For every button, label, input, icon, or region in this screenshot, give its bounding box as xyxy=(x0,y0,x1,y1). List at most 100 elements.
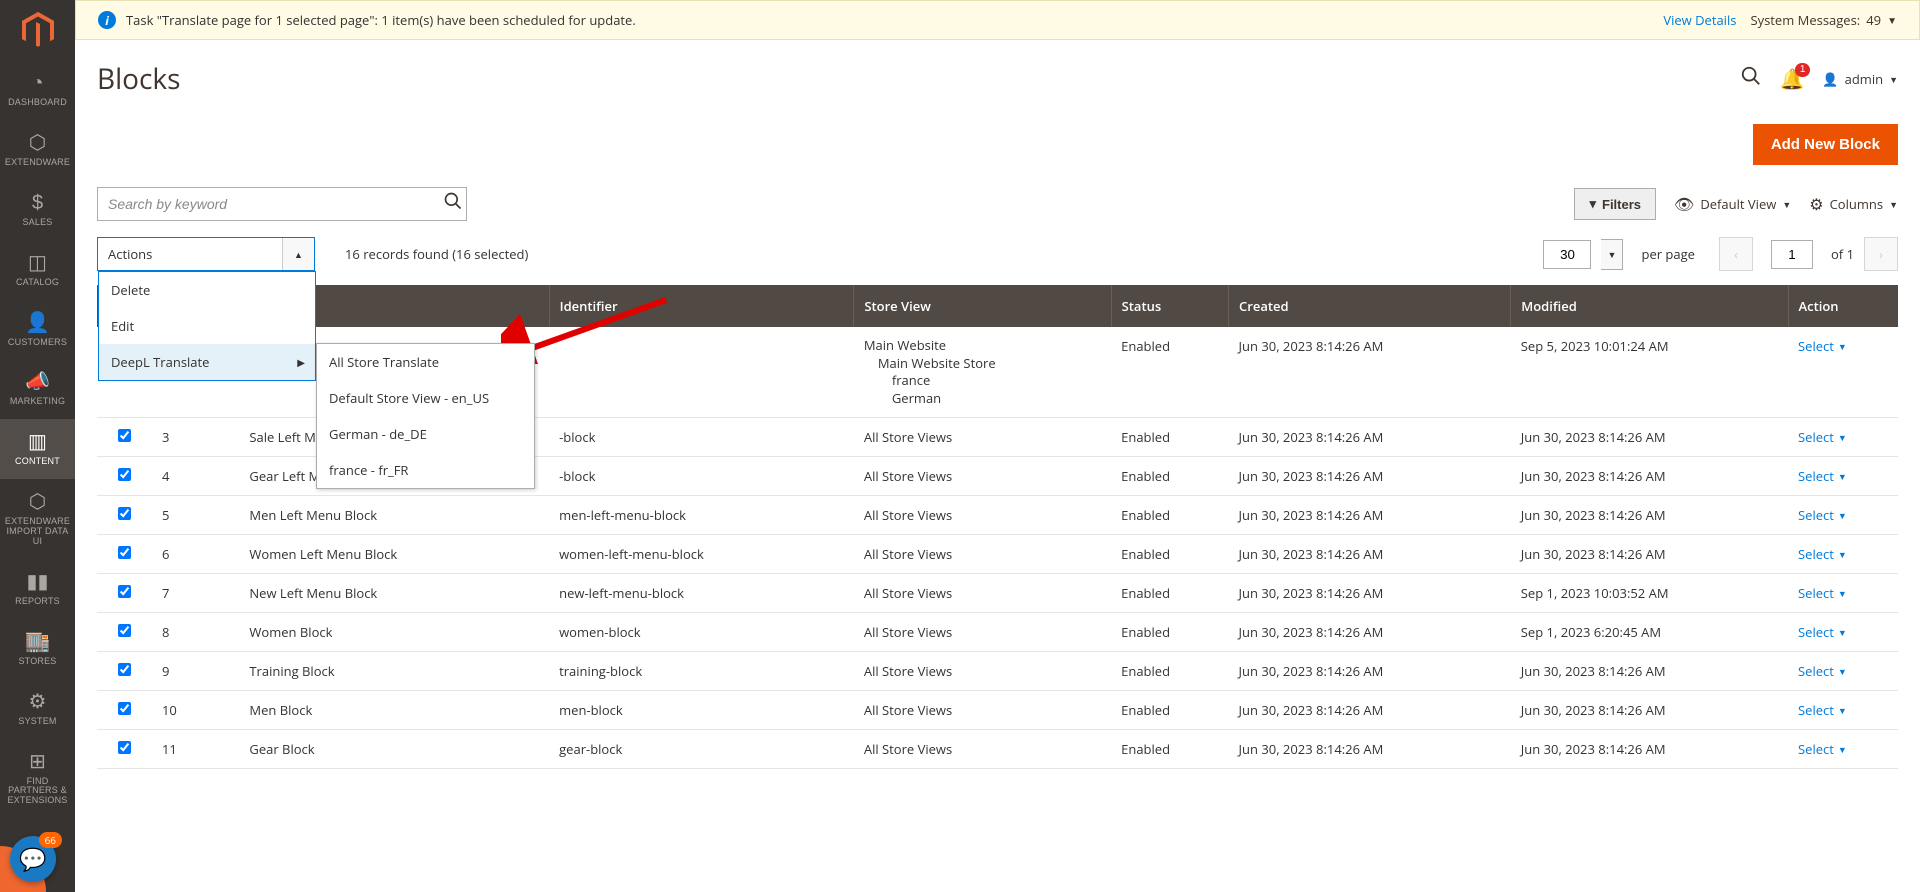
funnel-icon: ▾ xyxy=(1589,196,1596,212)
cell-id: 3 xyxy=(152,418,239,457)
sysmsg-label: System Messages: xyxy=(1750,11,1860,29)
row-checkbox[interactable] xyxy=(118,429,131,442)
action-deepl-translate[interactable]: DeepL Translate ▶ All Store Translate De… xyxy=(99,344,315,380)
col-header-identifier[interactable]: Identifier xyxy=(549,285,854,327)
row-checkbox[interactable] xyxy=(118,624,131,637)
table-row[interactable]: 8Women Blockwomen-blockAll Store ViewsEn… xyxy=(97,613,1898,652)
nav-content[interactable]: ▥CONTENT xyxy=(0,419,75,479)
deepl-german-de[interactable]: German - de_DE xyxy=(317,416,534,452)
nav-stores[interactable]: 🏬STORES xyxy=(0,619,75,679)
nav-sales[interactable]: $SALES xyxy=(0,180,75,240)
filters-button[interactable]: ▾ Filters xyxy=(1574,188,1656,220)
row-checkbox[interactable] xyxy=(118,546,131,559)
cell-store-view: All Store Views xyxy=(854,535,1111,574)
prev-page-button[interactable]: ‹ xyxy=(1719,237,1753,271)
chevron-down-icon: ▼ xyxy=(1838,431,1847,444)
gear-icon: ⚙ xyxy=(29,691,47,713)
page-size-dropdown[interactable]: ▼ xyxy=(1601,239,1623,270)
nav-customers[interactable]: 👤CUSTOMERS xyxy=(0,300,75,360)
nav-dashboard[interactable]: ◔DASHBOARD xyxy=(0,60,75,120)
magento-logo[interactable] xyxy=(0,0,75,60)
deepl-all-store-translate[interactable]: All Store Translate xyxy=(317,344,534,380)
col-header-store[interactable]: Store View xyxy=(854,285,1111,327)
row-action-select[interactable]: Select ▼ xyxy=(1798,662,1847,680)
row-action-select[interactable]: Select ▼ xyxy=(1798,701,1847,719)
system-messages-toggle[interactable]: System Messages: 49 ▼ xyxy=(1750,11,1897,29)
row-action-select[interactable]: Select ▼ xyxy=(1798,506,1847,524)
current-page-input[interactable] xyxy=(1771,240,1813,269)
records-found-text: 16 records found (16 selected) xyxy=(345,245,528,263)
default-view-dropdown[interactable]: 👁 Default View ▼ xyxy=(1674,193,1791,215)
puzzle-icon: ⊞ xyxy=(29,751,46,773)
table-row[interactable]: 11Gear Blockgear-blockAll Store ViewsEna… xyxy=(97,730,1898,769)
row-action-select[interactable]: Select ▼ xyxy=(1798,623,1847,641)
help-fab[interactable]: 💬 66 xyxy=(10,836,56,882)
page-size-input[interactable] xyxy=(1543,240,1591,269)
deepl-default-store-en[interactable]: Default Store View - en_US xyxy=(317,380,534,416)
row-action-select[interactable]: Select ▼ xyxy=(1798,740,1847,758)
cell-identifier: -block xyxy=(549,418,854,457)
view-details-link[interactable]: View Details xyxy=(1663,11,1736,29)
next-page-button[interactable]: › xyxy=(1864,237,1898,271)
row-action-select[interactable]: Select ▼ xyxy=(1798,337,1847,355)
gauge-icon: ◔ xyxy=(31,72,43,94)
cell-status: Enabled xyxy=(1111,327,1228,418)
nav-system[interactable]: ⚙SYSTEM xyxy=(0,679,75,739)
chevron-right-icon: ▶ xyxy=(297,355,305,369)
table-row[interactable]: 10Men Blockmen-blockAll Store ViewsEnabl… xyxy=(97,691,1898,730)
bulk-actions-dropdown[interactable]: Actions ▲ Delete Edit DeepL Translate ▶ … xyxy=(97,237,315,271)
cell-id: 10 xyxy=(152,691,239,730)
table-row[interactable]: 7New Left Menu Blocknew-left-menu-blockA… xyxy=(97,574,1898,613)
admin-account-dropdown[interactable]: 👤 admin ▼ xyxy=(1822,70,1898,88)
keyword-search-input[interactable] xyxy=(97,187,467,221)
cell-status: Enabled xyxy=(1111,535,1228,574)
action-edit[interactable]: Edit xyxy=(99,308,315,344)
row-checkbox[interactable] xyxy=(118,702,131,715)
action-delete[interactable]: Delete xyxy=(99,272,315,308)
row-checkbox[interactable] xyxy=(118,507,131,520)
cell-created: Jun 30, 2023 8:14:26 AM xyxy=(1229,496,1511,535)
cell-status: Enabled xyxy=(1111,418,1228,457)
cell-id: 4 xyxy=(152,457,239,496)
chevron-down-icon: ▼ xyxy=(1838,548,1847,561)
row-action-select[interactable]: Select ▼ xyxy=(1798,467,1847,485)
row-checkbox[interactable] xyxy=(118,741,131,754)
actions-toggle[interactable]: ▲ xyxy=(282,238,314,270)
table-row[interactable]: 6Women Left Menu Blockwomen-left-menu-bl… xyxy=(97,535,1898,574)
nav-catalog[interactable]: ◫CATALOG xyxy=(0,240,75,300)
row-action-select[interactable]: Select ▼ xyxy=(1798,545,1847,563)
nav-partners[interactable]: ⊞FIND PARTNERS & EXTENSIONS xyxy=(0,739,75,819)
hexagon-icon: ⬡ xyxy=(29,132,46,154)
add-new-block-button[interactable]: Add New Block xyxy=(1753,124,1898,165)
row-checkbox[interactable] xyxy=(118,585,131,598)
row-checkbox[interactable] xyxy=(118,468,131,481)
default-view-label: Default View xyxy=(1700,195,1776,213)
cell-title: New Left Menu Block xyxy=(239,574,549,613)
deepl-france-fr[interactable]: france - fr_FR xyxy=(317,452,534,488)
global-search-button[interactable] xyxy=(1740,65,1762,93)
row-checkbox[interactable] xyxy=(118,663,131,676)
cell-created: Jun 30, 2023 8:14:26 AM xyxy=(1229,535,1511,574)
eye-icon: 👁 xyxy=(1674,193,1694,215)
table-row[interactable]: 5Men Left Menu Blockmen-left-menu-blockA… xyxy=(97,496,1898,535)
cell-store-view: All Store Views xyxy=(854,418,1111,457)
row-action-select[interactable]: Select ▼ xyxy=(1798,428,1847,446)
row-action-select[interactable]: Select ▼ xyxy=(1798,584,1847,602)
table-row[interactable]: 9Training Blocktraining-blockAll Store V… xyxy=(97,652,1898,691)
col-header-modified[interactable]: Modified xyxy=(1511,285,1788,327)
col-header-created[interactable]: Created xyxy=(1229,285,1511,327)
nav-reports[interactable]: ▮▮REPORTS xyxy=(0,559,75,619)
keyword-search-button[interactable] xyxy=(443,191,463,217)
cell-store-view: All Store Views xyxy=(854,691,1111,730)
col-header-action[interactable]: Action xyxy=(1788,285,1898,327)
cell-modified: Sep 5, 2023 10:01:24 AM xyxy=(1511,327,1788,418)
nav-extendware-import[interactable]: ⬡EXTENDWARE IMPORT DATA UI xyxy=(0,479,75,559)
col-header-status[interactable]: Status xyxy=(1111,285,1228,327)
nav-marketing[interactable]: 📣MARKETING xyxy=(0,359,75,419)
notifications-button[interactable]: 🔔 1 xyxy=(1780,67,1805,92)
nav-extendware[interactable]: ⬡EXTENDWARE xyxy=(0,120,75,180)
cell-title: Training Block xyxy=(239,652,549,691)
cell-title: Men Block xyxy=(239,691,549,730)
columns-dropdown[interactable]: ⚙ Columns ▼ xyxy=(1809,193,1898,215)
chevron-left-icon: ‹ xyxy=(1734,245,1738,263)
